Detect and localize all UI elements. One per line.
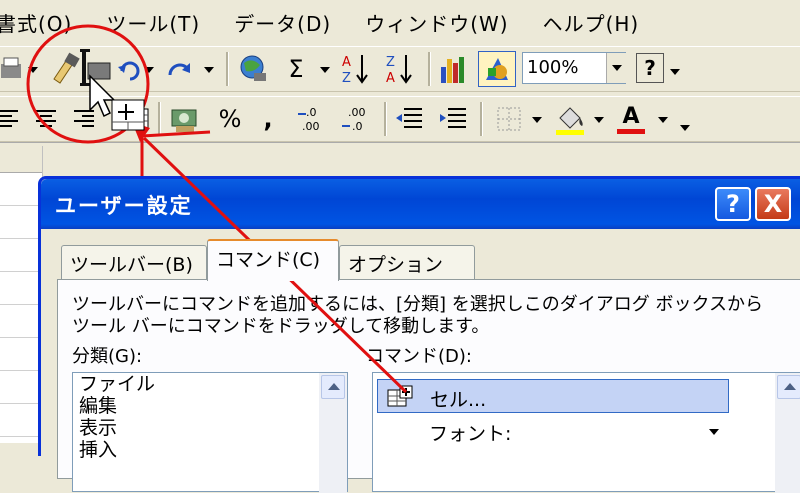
list-item[interactable]: ファイル: [73, 373, 347, 395]
command-label: セル...: [430, 389, 487, 411]
redo-icon[interactable]: [166, 57, 194, 83]
insert-cell-drag-icon: [80, 49, 114, 93]
font-color-dropdown-icon[interactable]: [658, 117, 668, 123]
toolbar-options-icon[interactable]: [680, 125, 690, 131]
print-icon[interactable]: [0, 53, 24, 85]
instruction-line-2: ツール バーにコマンドをドラッグして移動します。: [72, 316, 490, 337]
format-painter-icon[interactable]: [48, 51, 82, 85]
categories-list[interactable]: ファイル 編集 表示 挿入: [72, 372, 348, 493]
insert-cell-icon: [386, 384, 416, 415]
categories-scrollbar[interactable]: [319, 373, 347, 493]
zoom-dropdown-button[interactable]: [606, 53, 627, 83]
tab-options[interactable]: オプション(O): [339, 245, 475, 299]
increase-indent-icon[interactable]: [438, 105, 468, 133]
svg-text:.00: .00: [302, 120, 320, 133]
tab-commands[interactable]: コマンド(C): [207, 239, 339, 281]
align-right-icon[interactable]: [72, 107, 96, 131]
svg-text:.00: .00: [348, 106, 366, 119]
borders-icon[interactable]: [494, 105, 524, 133]
list-item[interactable]: 編集: [73, 395, 347, 417]
chart-wizard-icon[interactable]: [438, 53, 470, 85]
insert-cell-icon: [110, 99, 150, 135]
svg-text:A: A: [342, 55, 351, 70]
toolbar-separator: [480, 102, 483, 136]
drawing-icon[interactable]: [478, 51, 516, 87]
formula-bar-area: [0, 142, 800, 177]
commands-scrollbar[interactable]: [775, 373, 800, 493]
undo-dropdown-icon[interactable]: [144, 67, 154, 73]
decrease-indent-icon[interactable]: [394, 105, 424, 133]
worksheet-column: [0, 146, 43, 443]
scroll-up-icon[interactable]: [321, 375, 345, 399]
instruction-line-1: ツールバーにコマンドを追加するには、[分類] を選択しこのダイアログ ボックスか…: [72, 294, 763, 315]
fill-color-icon[interactable]: [554, 101, 586, 137]
formatting-toolbar: % , .0.00 .00.0 A: [0, 96, 800, 142]
command-item-cells[interactable]: セル...: [377, 379, 729, 413]
align-left-icon[interactable]: [0, 107, 22, 131]
toolbar-separator: [384, 102, 387, 136]
svg-text:Z: Z: [342, 71, 351, 86]
dialog-title: ユーザー設定: [55, 194, 193, 218]
menu-window[interactable]: ウィンドウ(W): [365, 8, 508, 37]
command-item-font[interactable]: フォント:: [429, 419, 511, 446]
toolbar-separator: [158, 102, 161, 136]
list-item[interactable]: 表示: [73, 417, 347, 439]
tab-toolbars[interactable]: ツールバー(B): [61, 245, 207, 279]
dropdown-arrow-icon[interactable]: [28, 67, 38, 73]
font-color-icon[interactable]: A: [614, 101, 648, 137]
menu-help[interactable]: ヘルプ(H): [543, 8, 640, 37]
comma-style-icon[interactable]: ,: [258, 103, 278, 135]
decrease-decimal-icon[interactable]: .00.0: [340, 103, 374, 135]
autosum-icon[interactable]: Σ: [284, 53, 308, 85]
toolbar-separator: [428, 52, 431, 86]
percent-style-icon[interactable]: %: [216, 103, 244, 135]
standard-toolbar: Σ AZ ZA 100% ?: [0, 46, 800, 92]
hyperlink-icon[interactable]: [238, 53, 268, 85]
svg-text:.0: .0: [306, 106, 317, 119]
toolbar-options-icon[interactable]: [670, 69, 680, 75]
commands-list[interactable]: セル... フォント:: [372, 372, 800, 493]
instruction-text: ツールバーにコマンドを追加するには、[分類] を選択しこのダイアログ ボックスか…: [72, 294, 763, 338]
fill-color-dropdown-icon[interactable]: [594, 117, 604, 123]
commands-label: コマンド(D):: [366, 346, 472, 367]
sort-ascending-icon[interactable]: AZ: [340, 51, 370, 87]
autosum-dropdown-icon[interactable]: [320, 67, 330, 73]
close-icon: X: [763, 190, 783, 218]
list-item[interactable]: 挿入: [73, 439, 347, 461]
question-icon: ?: [726, 190, 740, 218]
chevron-down-icon: [709, 429, 719, 435]
menu-tools[interactable]: ツール(T): [106, 8, 200, 37]
undo-icon[interactable]: [116, 57, 142, 83]
dialog-close-button[interactable]: X: [755, 187, 791, 221]
dialog-titlebar[interactable]: ユーザー設定 ? X: [41, 179, 800, 229]
menu-data[interactable]: データ(D): [234, 8, 331, 37]
svg-text:.0: .0: [352, 120, 363, 133]
chevron-down-icon: [612, 65, 622, 71]
dialog-help-button[interactable]: ?: [715, 187, 751, 221]
increase-decimal-icon[interactable]: .0.00: [296, 103, 330, 135]
toolbar-separator: [226, 52, 229, 86]
scroll-up-icon[interactable]: [777, 375, 800, 399]
sort-descending-icon[interactable]: ZA: [384, 51, 414, 87]
align-center-icon[interactable]: [34, 107, 58, 131]
svg-text:Z: Z: [386, 55, 395, 70]
borders-dropdown-icon[interactable]: [532, 117, 542, 123]
categories-label: 分類(G):: [72, 346, 143, 367]
menu-format[interactable]: 書式(O): [0, 8, 72, 37]
commands-tab-panel: ツールバーにコマンドを追加するには、[分類] を選択しこのダイアログ ボックスか…: [57, 279, 800, 493]
font-color-letter: A: [622, 103, 640, 129]
help-icon[interactable]: ?: [636, 53, 664, 83]
redo-dropdown-icon[interactable]: [204, 67, 214, 73]
menu-bar: 書式(O) ツール(T) データ(D) ウィンドウ(W) ヘルプ(H): [0, 0, 800, 44]
svg-text:A: A: [386, 71, 395, 86]
customize-dialog: ユーザー設定 ? X ツールバー(B) コマンド(C) オプション(O) ツール…: [38, 176, 800, 493]
currency-style-icon[interactable]: [170, 103, 200, 135]
